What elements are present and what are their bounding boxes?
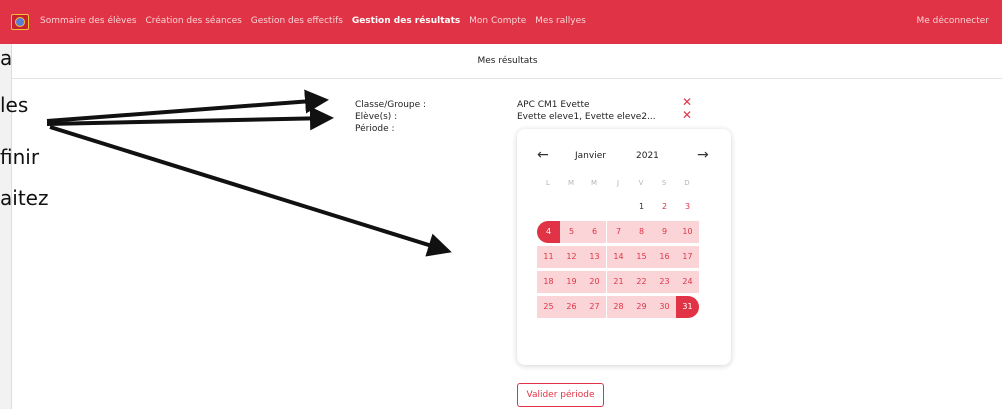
arrow-to-calendar <box>49 125 452 257</box>
annotation-arrows <box>46 89 452 257</box>
